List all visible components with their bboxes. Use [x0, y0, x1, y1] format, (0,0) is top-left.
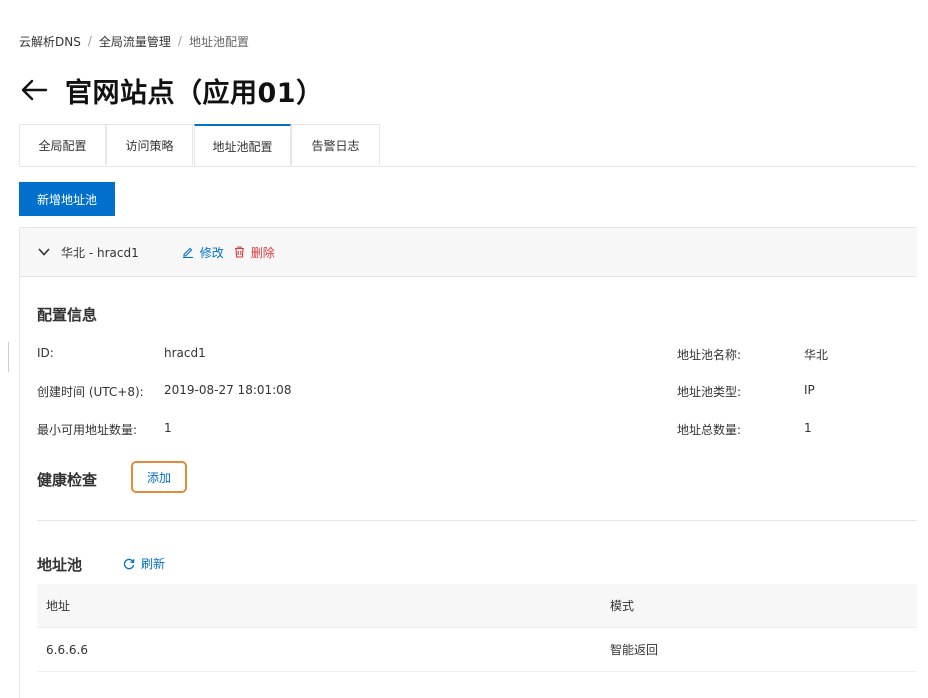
total-addresses-value: 1: [804, 421, 812, 435]
pool-name: 华北 - hracd1: [61, 245, 139, 260]
created-time-value: 2019-08-27 18:01:08: [164, 383, 292, 397]
min-available-label: 最小可用地址数量:: [37, 423, 138, 437]
edit-pool-button[interactable]: 修改: [182, 244, 224, 261]
pool-type-value: IP: [804, 383, 815, 397]
left-guide-line: [8, 342, 9, 372]
page-title: 官网站点（应用01）: [65, 77, 324, 109]
config-info-title: 配置信息: [37, 306, 98, 324]
table-header: 地址 模式: [37, 584, 917, 628]
column-header-mode: 模式: [610, 599, 635, 613]
breadcrumb-separator: /: [177, 34, 182, 48]
refresh-icon: [123, 558, 135, 570]
refresh-button[interactable]: 刷新: [123, 555, 165, 572]
pencil-icon: [182, 246, 194, 258]
breadcrumb-item-dns[interactable]: 云解析DNS: [19, 33, 81, 50]
add-health-check-link[interactable]: 添加: [147, 469, 171, 486]
trash-icon: [234, 246, 245, 258]
breadcrumb-item-gtm[interactable]: 全局流量管理: [99, 33, 171, 50]
add-health-check-highlight: 添加: [131, 461, 187, 493]
address-pool-panel: 华北 - hracd1 修改 删除 配置信息 ID: hracd1 创建时间 (…: [19, 227, 917, 698]
delete-pool-button[interactable]: 删除: [234, 244, 275, 261]
tab-address-pool-config[interactable]: 地址池配置: [194, 124, 291, 166]
column-header-address: 地址: [46, 599, 71, 613]
table-row: 6.6.6.6 智能返回: [37, 628, 917, 672]
pool-name-label: 地址池名称:: [677, 348, 742, 362]
refresh-label: 刷新: [141, 557, 166, 571]
edit-label: 修改: [199, 245, 224, 260]
mode-cell: 智能返回: [610, 643, 659, 657]
breadcrumb-item-current: 地址池配置: [188, 34, 249, 49]
tab-alarm-log[interactable]: 告警日志: [291, 124, 380, 165]
tab-global-config[interactable]: 全局配置: [19, 124, 106, 165]
delete-label: 删除: [250, 245, 275, 260]
arrow-left-icon[interactable]: [19, 75, 49, 105]
id-value: hracd1: [164, 346, 206, 360]
address-cell: 6.6.6.6: [46, 642, 88, 657]
add-address-pool-button[interactable]: 新增地址池: [19, 182, 115, 216]
tab-access-policy[interactable]: 访问策略: [106, 124, 193, 165]
chevron-down-icon[interactable]: [37, 245, 51, 259]
pool-panel-header: 华北 - hracd1 修改 删除: [20, 227, 917, 277]
pool-name-value: 华北: [804, 348, 829, 362]
min-available-value: 1: [164, 421, 172, 435]
health-check-title: 健康检查: [37, 471, 98, 489]
tab-bar: 全局配置 访问策略 地址池配置 告警日志: [19, 124, 916, 167]
address-pool-title: 地址池: [37, 556, 83, 574]
address-table: 地址 模式 6.6.6.6 智能返回: [37, 584, 917, 672]
breadcrumb-separator: /: [87, 34, 92, 48]
id-label: ID:: [37, 346, 54, 360]
page-header: 官网站点（应用01）: [19, 70, 324, 110]
created-time-label: 创建时间 (UTC+8):: [37, 385, 144, 399]
total-addresses-label: 地址总数量:: [677, 423, 742, 437]
pool-type-label: 地址池类型:: [677, 385, 742, 399]
section-divider: [37, 520, 917, 521]
breadcrumb: 云解析DNS / 全局流量管理 / 地址池配置: [19, 32, 249, 50]
